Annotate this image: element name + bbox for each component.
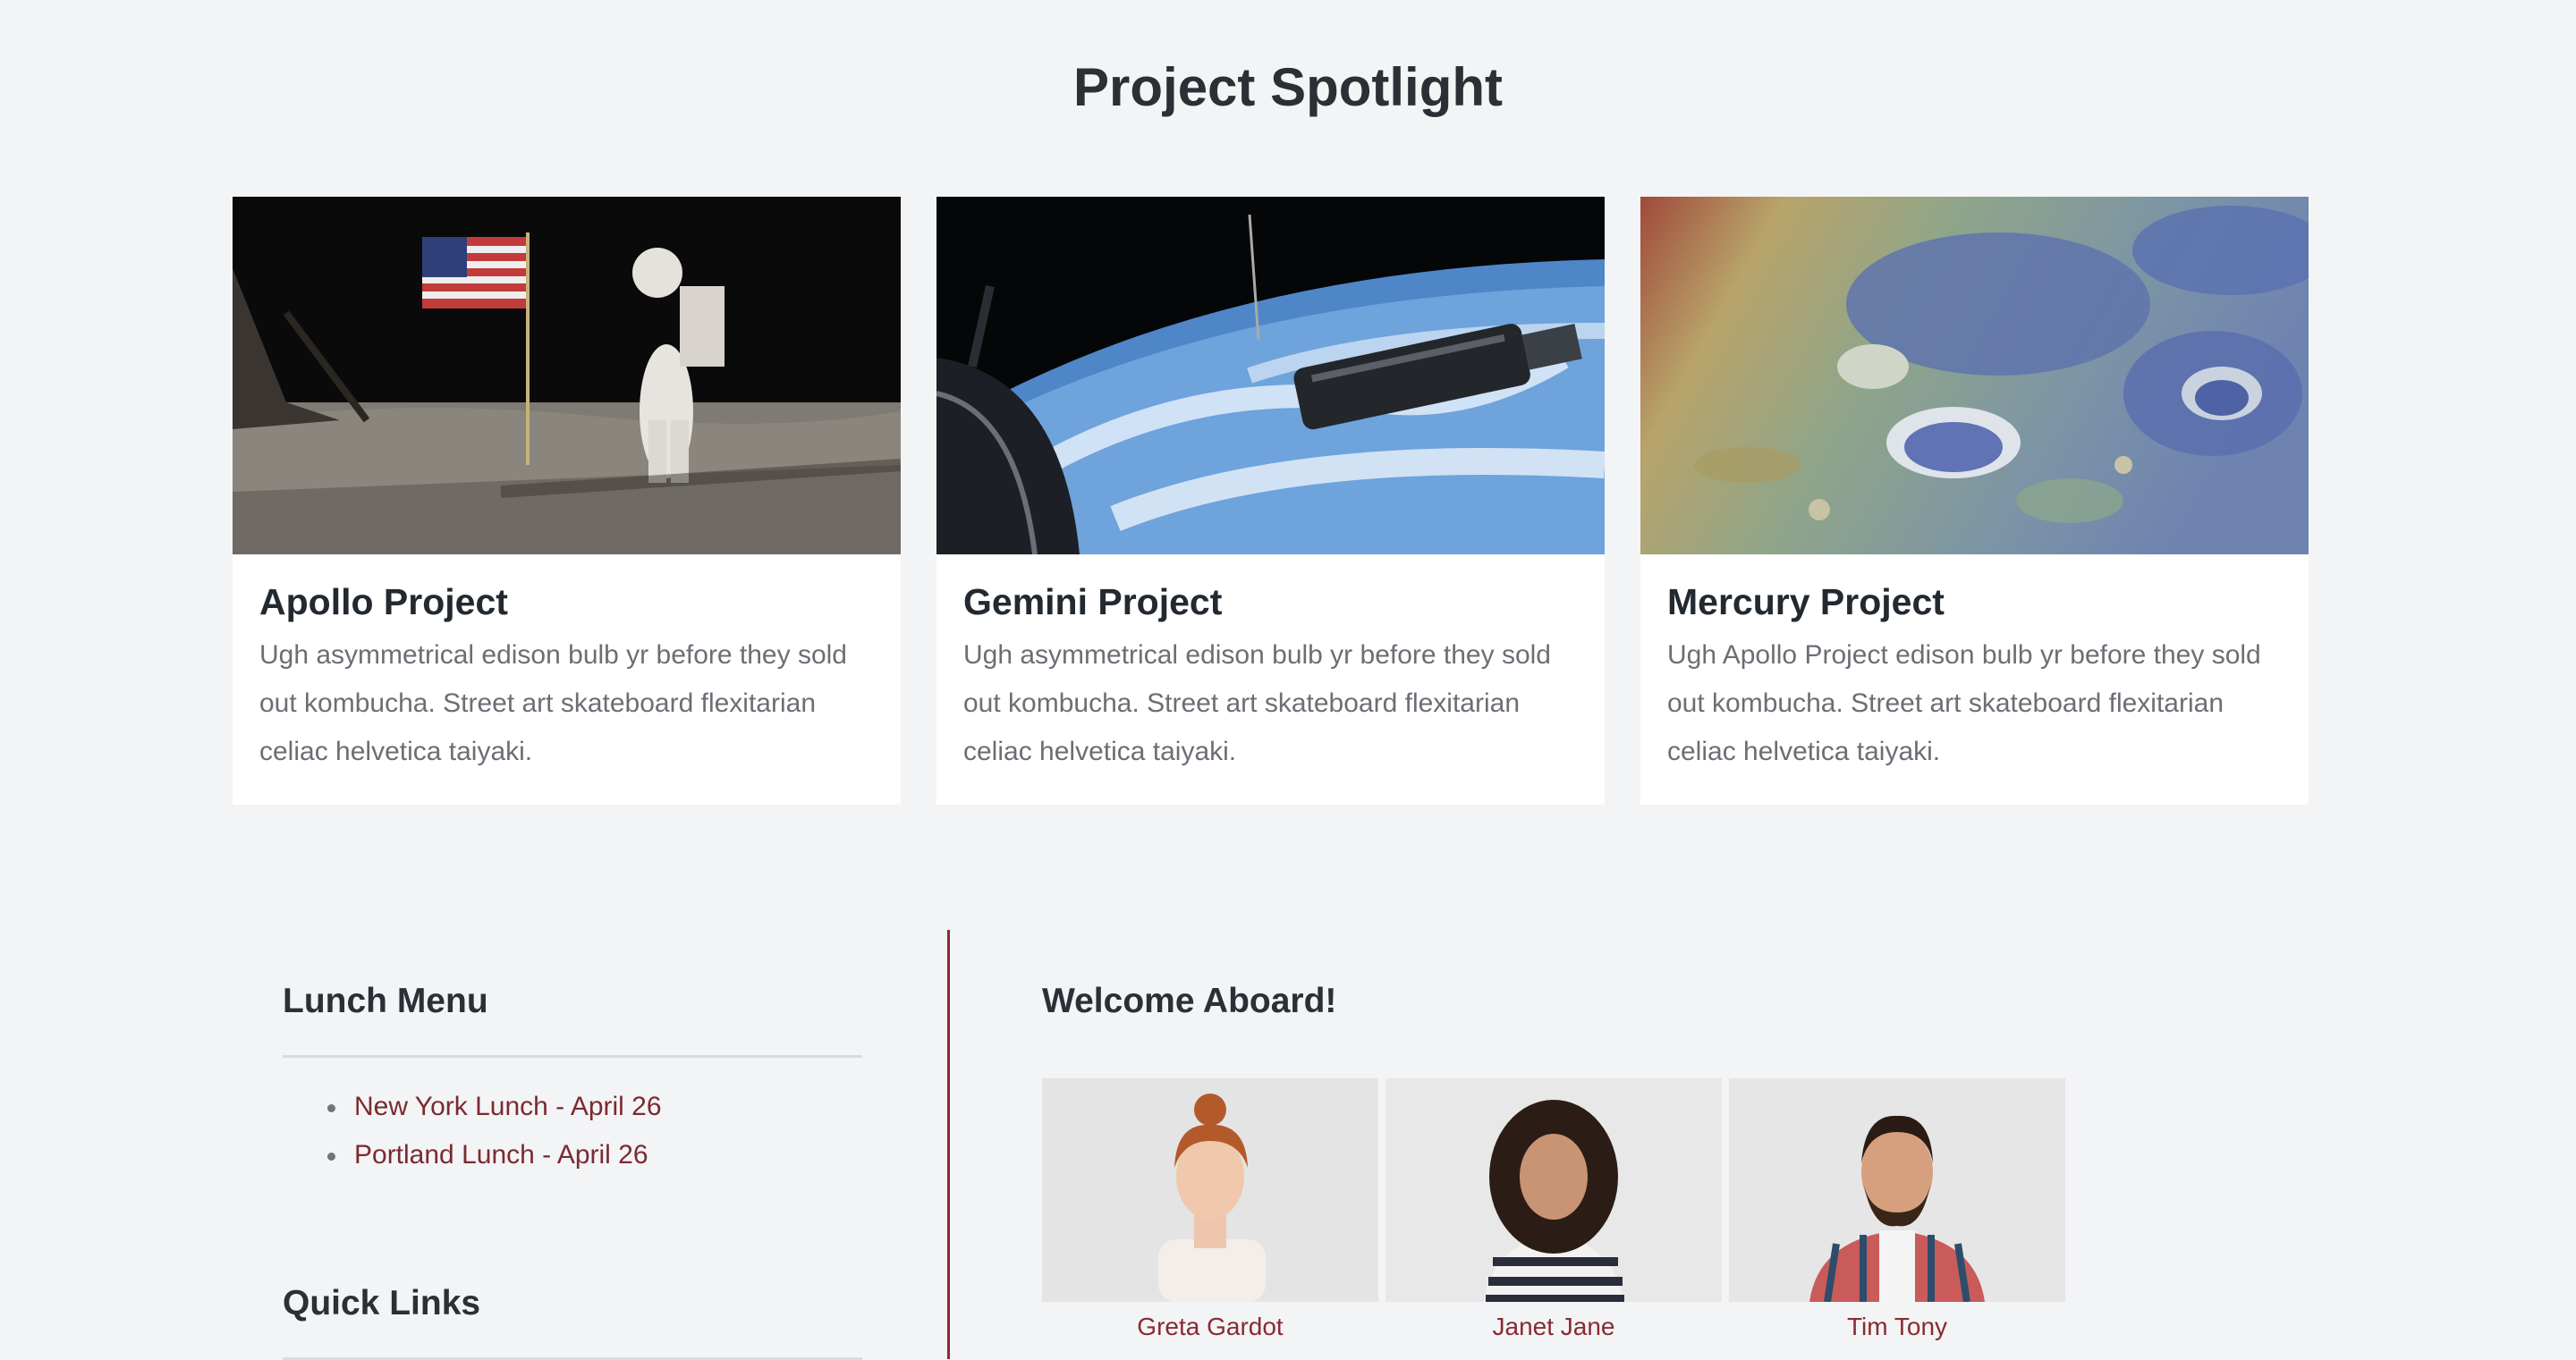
lunch-menu-heading: Lunch Menu [283, 982, 488, 1020]
card-title: Gemini Project [963, 581, 1223, 622]
list-item[interactable]: Portland Lunch - April 26 [327, 1131, 862, 1179]
card-text: Ugh Apollo Project edison bulb yr before… [1667, 640, 2261, 766]
card-title: Apollo Project [259, 581, 508, 622]
person-card[interactable]: Greta Gardot [1042, 1078, 1378, 1343]
lunch-menu-list: New York Lunch - April 26 Portland Lunch… [283, 1083, 862, 1179]
apollo-image[interactable] [233, 197, 901, 554]
divider [283, 1055, 862, 1058]
gemini-image[interactable] [936, 197, 1605, 554]
lunch-menu-section: Lunch Menu New York Lunch - April 26 Por… [283, 980, 862, 1179]
person-name[interactable]: Greta Gardot [1042, 1311, 1378, 1343]
avatar[interactable] [1042, 1078, 1378, 1302]
person-name[interactable]: Janet Jane [1385, 1311, 1722, 1343]
welcome-people: Greta Gardot Janet Jane Tim Tony [1042, 1078, 2065, 1347]
person-name[interactable]: Tim Tony [1729, 1311, 2065, 1343]
card-text: Ugh asymmetrical edison bulb yr before t… [963, 640, 1551, 766]
project-card-apollo[interactable]: Apollo Project Ugh asymmetrical edison b… [233, 197, 901, 805]
project-card-mercury[interactable]: Mercury Project Ugh Apollo Project ediso… [1640, 197, 2309, 805]
list-item[interactable]: New York Lunch - April 26 [327, 1083, 862, 1131]
quick-links-section: Quick Links [283, 1282, 862, 1360]
project-cards: Apollo Project Ugh asymmetrical edison b… [233, 197, 2309, 805]
welcome-heading: Welcome Aboard! [1042, 982, 1337, 1020]
vertical-divider [947, 930, 950, 1359]
card-text: Ugh asymmetrical edison bulb yr before t… [259, 640, 847, 766]
mercury-image[interactable] [1640, 197, 2309, 554]
lunch-link[interactable]: New York Lunch - April 26 [354, 1092, 662, 1121]
project-card-gemini[interactable]: Gemini Project Ugh asymmetrical edison b… [936, 197, 1605, 805]
page-title: Project Spotlight [1073, 57, 1503, 117]
person-card[interactable]: Janet Jane [1385, 1078, 1722, 1343]
card-title: Mercury Project [1667, 581, 1945, 622]
quick-links-heading: Quick Links [283, 1284, 481, 1322]
person-card[interactable]: Tim Tony [1729, 1078, 2065, 1343]
lunch-link[interactable]: Portland Lunch - April 26 [354, 1140, 648, 1170]
avatar[interactable] [1385, 1078, 1722, 1302]
avatar[interactable] [1729, 1078, 2065, 1302]
